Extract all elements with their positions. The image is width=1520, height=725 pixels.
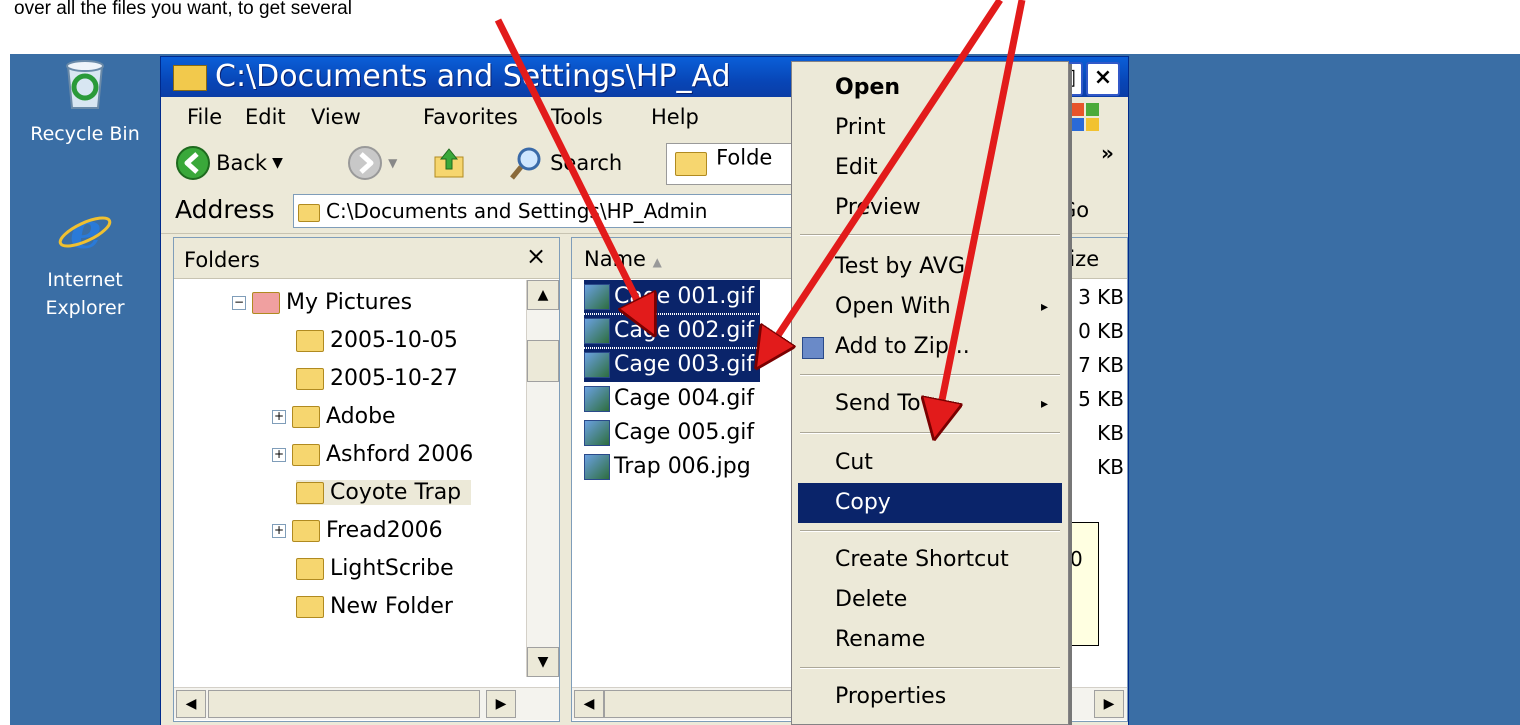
annotation-arrows	[494, 0, 1026, 725]
red-arrow-to-cage-001	[494, 18, 646, 318]
red-arrow-to-copy	[938, 0, 1026, 420]
